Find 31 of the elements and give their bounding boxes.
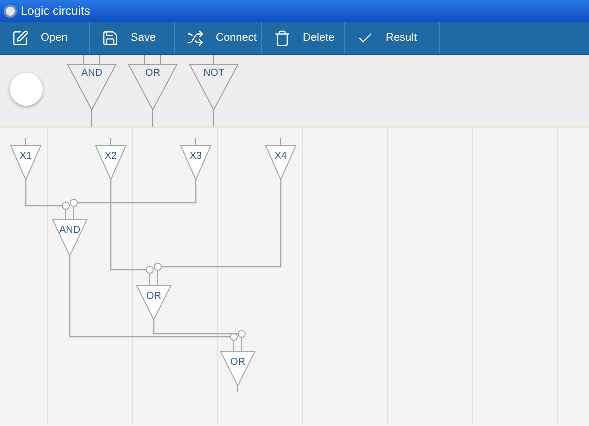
palette-gate[interactable] [189,55,239,128]
shuffle-icon [187,30,204,46]
gate-label: X1 [20,151,32,162]
gate-label: OR [146,68,160,79]
toolbar-button[interactable]: Connect [175,22,262,54]
gate-label: X3 [190,151,202,162]
app-logo-icon [4,4,17,18]
logic-gate [136,286,172,322]
toolbar-button[interactable]: Result [345,22,440,54]
input-node [180,138,212,182]
window-title: Logic circuits [21,3,90,20]
input-node [95,138,127,182]
gate-label: AND [59,225,81,236]
round-button[interactable] [10,73,43,106]
palette-gate[interactable] [67,55,117,128]
input-node [10,138,42,182]
gate-label: NOT [203,68,225,79]
toolbar-button[interactable]: Delete [262,22,345,54]
input-node [265,138,297,182]
gate-label: X2 [104,151,118,162]
gate-label: OR [230,357,246,368]
logic-gate [52,220,88,258]
toolbar-button[interactable]: Open [0,22,90,54]
logic-gate [220,352,256,392]
toolbar-button[interactable]: Save [90,22,175,54]
pencil-square-icon [12,30,29,46]
trash-icon [274,30,291,46]
palette-gate[interactable] [128,55,178,128]
gate-label: X4 [274,151,288,162]
gate-label: AND [81,68,103,79]
gate-label: OR [146,291,162,302]
